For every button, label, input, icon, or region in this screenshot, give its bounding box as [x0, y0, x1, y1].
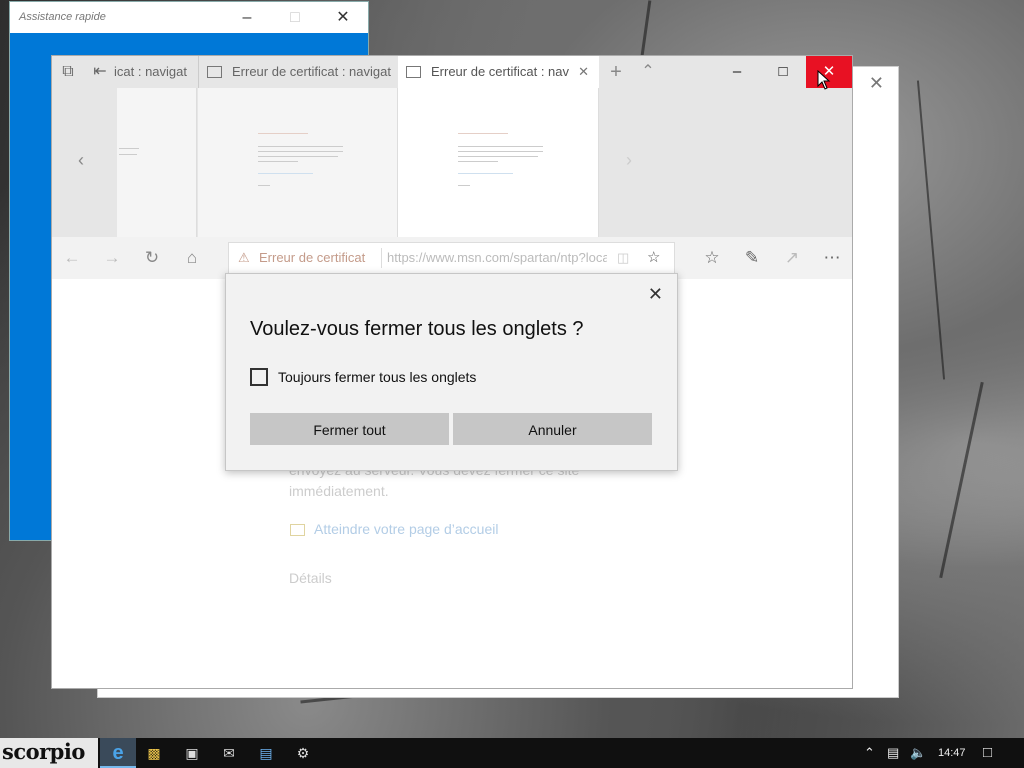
- mail-icon[interactable]: ✉: [211, 738, 247, 768]
- refresh-icon[interactable]: ↻: [140, 237, 164, 279]
- error-text-line: immédiatement.: [289, 483, 389, 499]
- maximize-icon[interactable]: □: [272, 6, 318, 30]
- tab-2[interactable]: Erreur de certificat : navigat: [198, 56, 398, 88]
- page-icon: [406, 65, 421, 78]
- tab-3-active[interactable]: Erreur de certificat : nav ✕: [398, 56, 599, 88]
- tab-preview-2[interactable]: [198, 88, 398, 237]
- tab-label: Erreur de certificat : navigat: [232, 64, 391, 79]
- close-all-tabs-dialog: ✕ Voulez-vous fermer tous les onglets ? …: [225, 273, 678, 471]
- edge-taskbar-icon[interactable]: e: [100, 738, 136, 768]
- checkbox-label[interactable]: Toujours fermer tous les onglets: [278, 369, 476, 385]
- cancel-button[interactable]: Annuler: [453, 413, 652, 445]
- chevron-up-icon[interactable]: ⌃: [864, 738, 875, 768]
- share-icon[interactable]: ↗: [780, 237, 804, 279]
- brand-logo: scorpio: [0, 738, 98, 768]
- tab-1[interactable]: icat : navigat: [114, 56, 198, 88]
- forward-icon[interactable]: →: [100, 237, 124, 279]
- home-page-link[interactable]: Atteindre votre page d’accueil: [314, 521, 498, 537]
- address-bar[interactable]: ⚠ Erreur de certificat https://www.msn.c…: [228, 242, 675, 274]
- chevron-left-icon[interactable]: ‹: [78, 150, 84, 171]
- tab-preview-1[interactable]: [117, 88, 197, 237]
- warning-icon: ⚠: [238, 250, 250, 265]
- mouse-cursor-icon: [817, 70, 831, 90]
- close-icon[interactable]: ✕: [648, 284, 663, 305]
- settings-gear-icon[interactable]: ⚙: [285, 738, 321, 768]
- close-all-button[interactable]: Fermer tout: [250, 413, 449, 445]
- always-close-checkbox[interactable]: [250, 368, 268, 386]
- new-tab-icon[interactable]: +: [604, 56, 628, 88]
- set-aside-tabs-icon[interactable]: ⧉: [56, 56, 80, 88]
- clock[interactable]: 14:47: [938, 738, 966, 768]
- store-icon[interactable]: ▣: [174, 738, 210, 768]
- quick-assist-titlebar[interactable]: Assistance rapide – □ ✕: [10, 2, 368, 33]
- reading-view-icon[interactable]: ◫: [617, 243, 629, 273]
- minimize-icon[interactable]: –: [714, 56, 760, 88]
- tab-label: icat : navigat: [114, 64, 187, 79]
- quick-assist-taskbar-icon[interactable]: ▤: [248, 738, 284, 768]
- favorite-star-icon[interactable]: ☆: [647, 243, 660, 273]
- network-icon[interactable]: ▤: [887, 738, 899, 768]
- url-text[interactable]: https://www.msn.com/spartan/ntp?locale=f…: [387, 243, 607, 273]
- quick-assist-title: Assistance rapide: [19, 11, 106, 23]
- close-icon[interactable]: ✕: [869, 73, 884, 94]
- tab-label: Erreur de certificat : nav: [431, 64, 569, 79]
- volume-muted-icon[interactable]: 🔈: [910, 738, 926, 768]
- page-icon: [207, 65, 222, 78]
- back-icon[interactable]: ←: [60, 237, 84, 279]
- file-explorer-icon[interactable]: ▩: [136, 738, 172, 768]
- tab-bar: ⧉ ⇤ icat : navigat Erreur de certificat …: [52, 56, 852, 88]
- maximize-icon[interactable]: □: [760, 56, 806, 88]
- more-icon[interactable]: ⋯: [820, 237, 844, 279]
- close-tab-icon[interactable]: ✕: [578, 56, 589, 88]
- dialog-title: Voulez-vous fermer tous les onglets ?: [250, 318, 584, 340]
- minimize-icon[interactable]: –: [224, 6, 270, 30]
- tab-preview-3[interactable]: [398, 88, 599, 237]
- close-icon[interactable]: ✕: [320, 6, 366, 30]
- home-page-icon: [290, 524, 305, 536]
- chevron-up-icon[interactable]: ⌃: [636, 56, 660, 88]
- certificate-error-label[interactable]: Erreur de certificat: [259, 243, 365, 273]
- favorites-hub-icon[interactable]: ☆: [700, 237, 724, 279]
- action-center-icon[interactable]: □: [983, 738, 992, 768]
- brand-text: scorpio: [2, 739, 85, 764]
- details-link[interactable]: Détails: [289, 570, 332, 586]
- tab-previews: ‹ ›: [52, 88, 852, 237]
- web-note-icon[interactable]: ✎: [740, 237, 764, 279]
- home-icon[interactable]: ⌂: [180, 237, 204, 279]
- tabs-aside-icon[interactable]: ⇤: [88, 56, 112, 88]
- chevron-right-icon[interactable]: ›: [626, 150, 632, 171]
